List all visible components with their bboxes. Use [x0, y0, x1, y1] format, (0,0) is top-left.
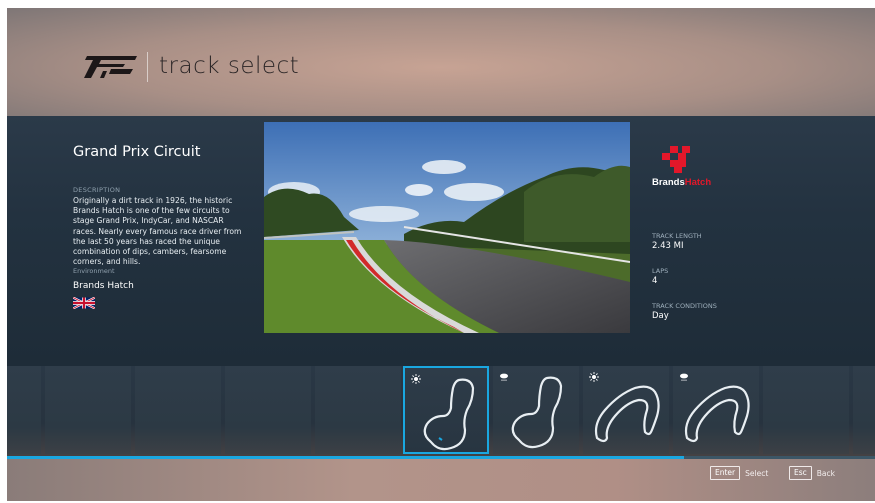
indy-circuit-layout-icon	[594, 385, 660, 443]
brands-hatch-logo: BrandsHatch	[652, 146, 711, 188]
track-description: Originally a dirt track in 1926, the his…	[73, 196, 242, 267]
indy-circuit-layout-icon	[684, 385, 750, 443]
stat-label: LAPS	[652, 267, 669, 275]
track-preview-image	[264, 122, 630, 333]
environment-value: Brands Hatch	[73, 281, 134, 292]
header-logo: track select	[81, 48, 381, 88]
layout-tile-gp-wet[interactable]	[493, 366, 579, 454]
select-label: Select	[745, 468, 769, 478]
layout-tile-empty[interactable]	[135, 366, 221, 454]
enter-key[interactable]: Enter	[710, 466, 741, 480]
layout-tile-indy-wet[interactable]	[673, 366, 759, 454]
layout-tile-empty[interactable]	[853, 366, 875, 454]
stat-value: Day	[652, 311, 669, 321]
stat-value: 4	[652, 276, 658, 286]
svg-text:BrandsHatch: BrandsHatch	[652, 177, 711, 188]
description-label: DESCRIPTION	[73, 186, 121, 194]
forza-motorsport-logo-icon	[84, 56, 137, 78]
brand-name-part1: Brands	[652, 177, 685, 188]
stat-label: TRACK CONDITIONS	[652, 302, 717, 310]
layout-tile-empty[interactable]	[7, 366, 41, 454]
layout-tile-gp-dry-selected[interactable]	[403, 366, 489, 454]
gp-circuit-layout-icon	[423, 378, 475, 451]
page-title: track select	[159, 53, 300, 79]
stat-value: 2.43 MI	[652, 241, 684, 251]
layout-tile-empty[interactable]	[45, 366, 131, 454]
layout-tile-empty[interactable]	[763, 366, 849, 454]
stat-label: TRACK LENGTH	[652, 232, 702, 240]
gp-circuit-layout-icon	[511, 376, 563, 449]
layout-tile-empty[interactable]	[225, 366, 311, 454]
brand-name-part2: Hatch	[685, 177, 712, 188]
track-details: Grand Prix Circuit DESCRIPTION Originall…	[72, 144, 263, 313]
track-layout-carousel	[7, 366, 875, 462]
layout-tile-empty[interactable]	[315, 366, 401, 454]
stat-laps: LAPS 4	[652, 267, 852, 286]
layout-tile-indy-dry[interactable]	[583, 366, 669, 454]
stat-track-length: TRACK LENGTH 2.43 MI	[652, 232, 852, 251]
environment-label: Environment	[73, 267, 115, 276]
header: track select	[7, 8, 875, 116]
footer: Enter Select Esc Back	[7, 459, 875, 501]
back-label: Back	[816, 468, 835, 478]
uk-flag-icon	[72, 296, 96, 310]
logo-separator	[147, 52, 148, 82]
game-screen: track select Grand Prix Circuit DESCRIPT…	[7, 8, 875, 501]
back-hint[interactable]: Esc Back	[789, 466, 835, 480]
stat-track-conditions: TRACK CONDITIONS Day	[652, 302, 852, 321]
track-info-panel: Grand Prix Circuit DESCRIPTION Originall…	[7, 116, 875, 366]
esc-key[interactable]: Esc	[789, 466, 812, 480]
track-name: Grand Prix Circuit	[73, 144, 201, 160]
select-hint[interactable]: Enter Select	[710, 466, 768, 480]
track-stats: BrandsHatch TRACK LENGTH 2.43 MI LAPS 4 …	[652, 144, 852, 337]
